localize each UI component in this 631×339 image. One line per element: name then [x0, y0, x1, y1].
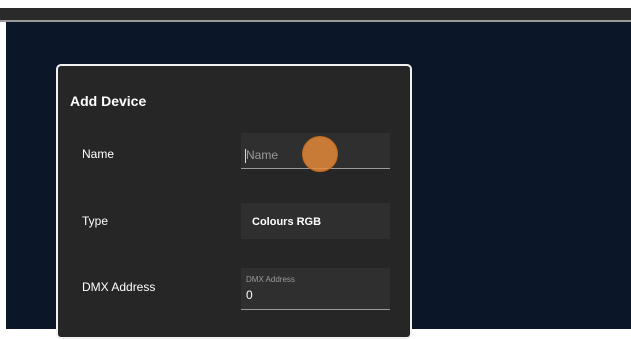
type-select[interactable]: Colours RGB	[241, 203, 390, 239]
name-placeholder: Name	[246, 148, 279, 162]
dmx-address-label: DMX Address	[82, 280, 156, 294]
dmx-address-value: 0	[246, 288, 253, 302]
dmx-floating-label: DMX Address	[246, 275, 295, 284]
name-label: Name	[82, 147, 115, 161]
dmx-address-field[interactable]: DMX Address 0	[241, 268, 390, 310]
type-label: Type	[82, 214, 109, 228]
add-device-dialog: Add Device Name Name Type Colours RGB DM…	[56, 64, 412, 339]
dialog-title: Add Device	[70, 93, 147, 109]
type-select-value: Colours RGB	[252, 216, 322, 228]
click-indicator	[302, 136, 338, 172]
